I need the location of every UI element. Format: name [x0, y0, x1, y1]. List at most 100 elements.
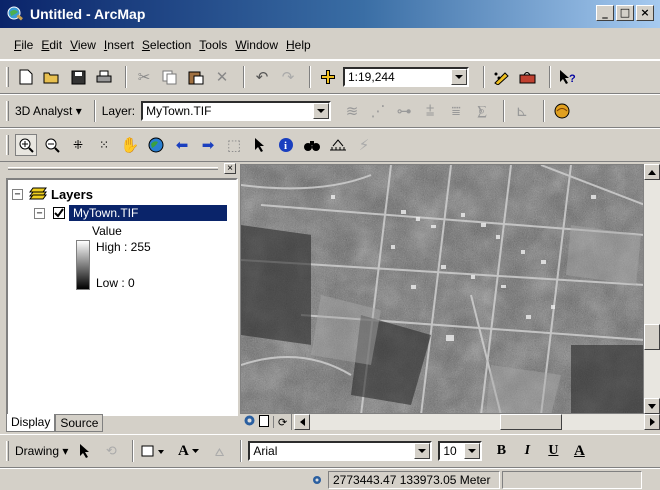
new-rectangle-icon[interactable]: [140, 440, 170, 462]
data-view-icon[interactable]: [244, 415, 255, 429]
horizontal-scroll-track[interactable]: [310, 414, 644, 430]
minimize-button[interactable]: _: [596, 5, 614, 21]
toc-titlebar[interactable]: ×: [4, 163, 240, 174]
close-button[interactable]: ×: [636, 5, 654, 21]
create-profile-graph-icon[interactable]: ⊾: [511, 100, 533, 122]
menu-selection[interactable]: Selection: [142, 38, 191, 52]
menu-edit[interactable]: Edit: [41, 38, 62, 52]
new-document-icon[interactable]: [15, 66, 37, 88]
paste-icon[interactable]: [185, 66, 207, 88]
layout-view-icon[interactable]: [259, 414, 269, 430]
drawing-menu[interactable]: Drawing ▾: [15, 444, 68, 458]
analyst-menu[interactable]: 3D Analyst ▾: [15, 104, 82, 118]
edit-vertices-icon[interactable]: ⩟: [208, 440, 230, 462]
fixed-zoom-in-icon[interactable]: ⁜: [67, 134, 89, 156]
copy-icon[interactable]: [159, 66, 181, 88]
map-display[interactable]: [240, 164, 644, 414]
pan-icon[interactable]: ✋: [119, 134, 141, 156]
font-color-button[interactable]: A: [568, 440, 590, 462]
toolbar-grip[interactable]: [6, 101, 9, 121]
cut-icon[interactable]: ✂: [133, 66, 155, 88]
interpolate-line-icon[interactable]: ⩸: [445, 100, 467, 122]
menu-file[interactable]: File: [14, 38, 33, 52]
chevron-down-icon[interactable]: [451, 69, 467, 85]
open-folder-icon[interactable]: [41, 66, 63, 88]
zoom-out-icon[interactable]: [41, 134, 63, 156]
interpolate-polygon-icon[interactable]: ⨊: [471, 100, 493, 122]
hyperlink-icon[interactable]: ⚡: [353, 134, 375, 156]
arcscene-icon[interactable]: [551, 100, 573, 122]
line-of-sight-icon[interactable]: ⊶: [393, 100, 415, 122]
print-icon[interactable]: [93, 66, 115, 88]
horizontal-scroll-thumb[interactable]: [500, 414, 563, 430]
analyst-toolbar: 3D Analyst ▾ Layer: MyTown.TIF ≋ ⋰ ⊶ ⩲ ⩸…: [0, 94, 660, 128]
add-data-icon[interactable]: [317, 66, 339, 88]
interpolate-point-icon[interactable]: ⩲: [419, 100, 441, 122]
underline-button[interactable]: U: [542, 440, 564, 462]
menu-view[interactable]: View: [70, 38, 96, 52]
svg-text:?: ?: [569, 73, 576, 85]
tab-display[interactable]: Display: [6, 414, 56, 432]
fixed-zoom-out-icon[interactable]: ⁙: [93, 134, 115, 156]
full-extent-icon[interactable]: [145, 134, 167, 156]
whats-this-icon[interactable]: ?: [557, 66, 579, 88]
vertical-scrollbar[interactable]: [644, 164, 660, 430]
tab-source[interactable]: Source: [55, 414, 104, 432]
menu-tools[interactable]: Tools: [199, 38, 227, 52]
collapse-icon[interactable]: −: [12, 189, 23, 200]
scroll-up-button[interactable]: [644, 164, 660, 180]
layer-row[interactable]: − MyTown.TIF: [26, 204, 236, 222]
save-icon[interactable]: [67, 66, 89, 88]
undo-icon[interactable]: ↶: [251, 66, 273, 88]
select-elements-icon[interactable]: [249, 134, 271, 156]
collapse-icon[interactable]: −: [34, 207, 45, 219]
menu-window[interactable]: Window: [235, 38, 278, 52]
map-scale-value: 1:19,244: [348, 70, 395, 84]
refresh-icon[interactable]: ⟳: [278, 416, 287, 429]
layer-visibility-checkbox[interactable]: [53, 207, 65, 219]
new-text-button[interactable]: A: [174, 440, 204, 462]
chevron-down-icon[interactable]: [464, 443, 481, 459]
maximize-button[interactable]: □: [616, 5, 634, 21]
toolbar-grip[interactable]: [6, 67, 9, 87]
layer-select[interactable]: MyTown.TIF: [141, 101, 332, 121]
bold-button[interactable]: B: [490, 440, 512, 462]
create-contours-icon[interactable]: ≋: [341, 100, 363, 122]
table-of-contents: × − Layers − MyTown.TIF Value High : 255…: [4, 163, 240, 432]
menu-help[interactable]: Help: [286, 38, 311, 52]
back-icon[interactable]: ⬅: [171, 134, 193, 156]
measure-icon[interactable]: [327, 134, 349, 156]
vertical-scroll-thumb[interactable]: [644, 324, 660, 350]
chevron-down-icon[interactable]: [414, 443, 431, 459]
redo-icon[interactable]: ↷: [277, 66, 299, 88]
select-elements-icon[interactable]: [74, 440, 96, 462]
toolbar-grip[interactable]: [6, 441, 9, 461]
menu-insert[interactable]: Insert: [104, 38, 134, 52]
font-size-value: 10: [443, 444, 457, 458]
map-scale-combo[interactable]: 1:19,244: [343, 67, 469, 87]
italic-button[interactable]: I: [516, 440, 538, 462]
editor-icon[interactable]: [491, 66, 513, 88]
menu-bar: File Edit View Insert Selection Tools Wi…: [0, 30, 660, 60]
toc-close-button[interactable]: ×: [224, 163, 236, 174]
forward-icon[interactable]: ➡: [197, 134, 219, 156]
layer-name[interactable]: MyTown.TIF: [69, 205, 227, 221]
find-icon[interactable]: [301, 134, 323, 156]
scroll-right-button[interactable]: [644, 414, 660, 430]
scroll-left-button[interactable]: [294, 414, 311, 430]
select-features-icon[interactable]: ⬚: [223, 134, 245, 156]
scroll-down-button[interactable]: [644, 398, 660, 414]
title-bar[interactable]: Untitled - ArcMap _ □ ×: [0, 0, 660, 28]
zoom-in-icon[interactable]: [15, 134, 37, 156]
arctoolbox-icon[interactable]: [517, 66, 539, 88]
identify-icon[interactable]: i: [275, 134, 297, 156]
data-frame-row[interactable]: − Layers: [12, 186, 93, 203]
steepest-path-icon[interactable]: ⋰: [367, 100, 389, 122]
font-select[interactable]: Arial: [248, 441, 433, 461]
rotate-icon[interactable]: ⟲: [100, 440, 122, 462]
delete-icon[interactable]: ✕: [211, 66, 233, 88]
font-size-select[interactable]: 10: [438, 441, 483, 461]
chevron-down-icon[interactable]: [313, 103, 330, 119]
checkmark-icon: [54, 208, 64, 218]
toolbar-grip[interactable]: [6, 135, 9, 155]
